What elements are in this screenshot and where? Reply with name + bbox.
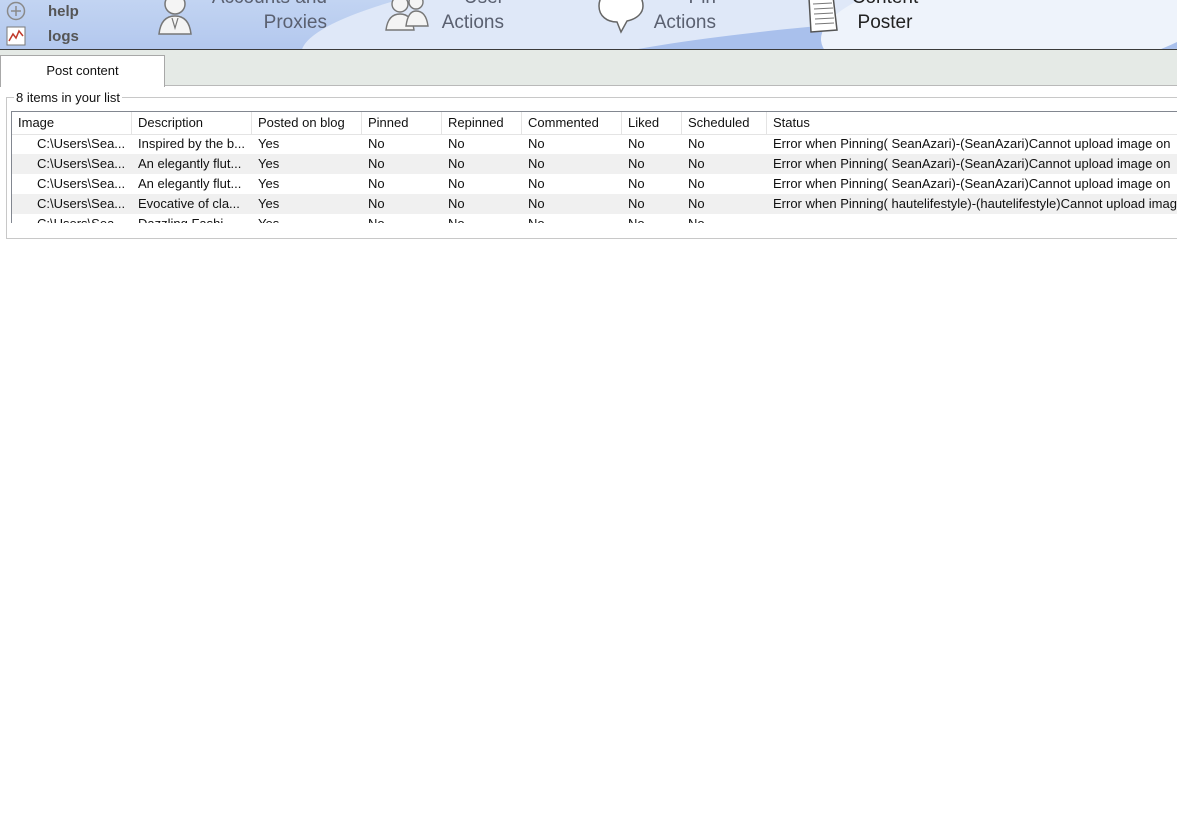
- cell-scheduled: No: [688, 136, 705, 151]
- cell-pinned: No: [362, 214, 442, 223]
- cell-scheduled: No: [682, 214, 767, 223]
- cell-posted-on-blog: Yes: [258, 136, 280, 151]
- cell-commented: No: [528, 136, 545, 151]
- speech-bubble-icon: [598, 0, 644, 34]
- list-header: Image Description Posted on blog Pinned Repi…: [12, 112, 1177, 135]
- column-header-description[interactable]: Description: [132, 112, 252, 134]
- column-header-scheduled[interactable]: Scheduled: [682, 112, 767, 134]
- cell-pinned: No: [368, 156, 385, 171]
- cell-repinned: No: [448, 196, 465, 211]
- nav-accounts-and-proxies[interactable]: Accounts and Proxies: [155, 0, 335, 49]
- nav-label: Accounts and Proxies: [212, 0, 327, 33]
- help-label: help: [48, 2, 79, 20]
- list-caption: 8 items in your list: [14, 90, 123, 105]
- cell-pinned: No: [368, 176, 385, 191]
- document-icon: [808, 0, 838, 33]
- cell-description: Dazzling Fashi...: [132, 214, 252, 223]
- cell-repinned: No: [448, 156, 465, 171]
- cell-scheduled: No: [688, 196, 705, 211]
- logs-link[interactable]: logs: [0, 25, 79, 47]
- cell-posted-on-blog: Yes: [258, 176, 280, 191]
- column-header-image[interactable]: Image: [12, 112, 132, 134]
- table-row[interactable]: C:\Users\Sea... An elegantly flut... Yes No…: [12, 154, 1177, 174]
- cell-posted-on-blog: Yes: [258, 156, 280, 171]
- cell-scheduled: No: [688, 176, 705, 191]
- table-row[interactable]: C:\Users\Sea... An elegantly flut... Yes No…: [12, 174, 1177, 194]
- column-header-commented[interactable]: Commented: [522, 112, 622, 134]
- cell-description: An elegantly flut...: [138, 176, 242, 191]
- cell-liked: No: [628, 156, 645, 171]
- tab-strip: Post content: [0, 50, 1177, 87]
- logs-label: logs: [48, 27, 79, 45]
- cell-repinned: No: [442, 214, 522, 223]
- cell-repinned: No: [448, 136, 465, 151]
- nav-label: User Actions: [441, 0, 504, 33]
- cell-posted-on-blog: Yes: [258, 196, 280, 211]
- chart-icon: [6, 26, 26, 46]
- cell-status: [767, 214, 1177, 223]
- table-row[interactable]: C:\Users\Sea...Dazzling Fashi...YesNoNoN…: [12, 214, 1177, 223]
- help-link[interactable]: help: [0, 0, 79, 22]
- user-icon: [158, 0, 192, 35]
- plus-icon: [6, 1, 26, 21]
- cell-status: Error when Pinning( SeanAzari)-(SeanAzar…: [773, 156, 1171, 171]
- column-header-liked[interactable]: Liked: [622, 112, 682, 134]
- table-row[interactable]: C:\Users\Sea... Evocative of cla... Yes No N…: [12, 194, 1177, 214]
- tab-post-content[interactable]: Post content: [0, 55, 165, 87]
- cell-pinned: No: [368, 196, 385, 211]
- column-header-repinned[interactable]: Repinned: [442, 112, 522, 134]
- nav-label: Content Poster: [852, 0, 919, 33]
- cell-liked: No: [628, 196, 645, 211]
- cell-status: Error when Pinning( hautelifestyle)-(hau…: [773, 196, 1177, 211]
- cell-description: An elegantly flut...: [138, 156, 242, 171]
- cell-image: C:\Users\Sea...: [37, 156, 126, 171]
- cell-image: C:\Users\Sea...: [12, 214, 132, 223]
- cell-description: Inspired by the b...: [138, 136, 245, 151]
- cell-commented: No: [528, 156, 545, 171]
- cell-status: Error when Pinning( SeanAzari)-(SeanAzar…: [773, 176, 1171, 191]
- cell-image: C:\Users\Sea...: [37, 176, 126, 191]
- nav-user-actions[interactable]: User Actions: [382, 0, 512, 49]
- content-list[interactable]: Image Description Posted on blog Pinned Repi…: [11, 111, 1177, 223]
- cell-commented: No: [522, 214, 622, 223]
- cell-commented: No: [528, 176, 545, 191]
- nav-content-poster[interactable]: Content Poster: [803, 0, 933, 49]
- cell-description: Evocative of cla...: [138, 196, 240, 211]
- cell-image: C:\Users\Sea...: [37, 136, 126, 151]
- table-row[interactable]: C:\Users\Sea... Inspired by the b... Yes No…: [12, 134, 1177, 154]
- column-header-pinned[interactable]: Pinned: [362, 112, 442, 134]
- cell-scheduled: No: [688, 156, 705, 171]
- main-toolbar: help logs Accounts and Proxies User Acti…: [0, 0, 1177, 50]
- cell-pinned: No: [368, 136, 385, 151]
- nav-pin-actions[interactable]: Pin Actions: [597, 0, 722, 49]
- cell-liked: No: [628, 136, 645, 151]
- column-header-posted-on-blog[interactable]: Posted on blog: [252, 112, 362, 134]
- cell-posted-on-blog: Yes: [252, 214, 362, 223]
- cell-repinned: No: [448, 176, 465, 191]
- cell-image: C:\Users\Sea...: [37, 196, 126, 211]
- column-header-status[interactable]: Status: [767, 112, 1177, 134]
- nav-label: Pin Actions: [653, 0, 716, 33]
- list-body: C:\Users\Sea... Inspired by the b... Yes No…: [12, 134, 1177, 223]
- cell-status: Error when Pinning( SeanAzari)-(SeanAzar…: [773, 136, 1171, 151]
- cell-liked: No: [622, 214, 682, 223]
- cell-liked: No: [628, 176, 645, 191]
- cell-commented: No: [528, 196, 545, 211]
- users-icon: [385, 0, 429, 31]
